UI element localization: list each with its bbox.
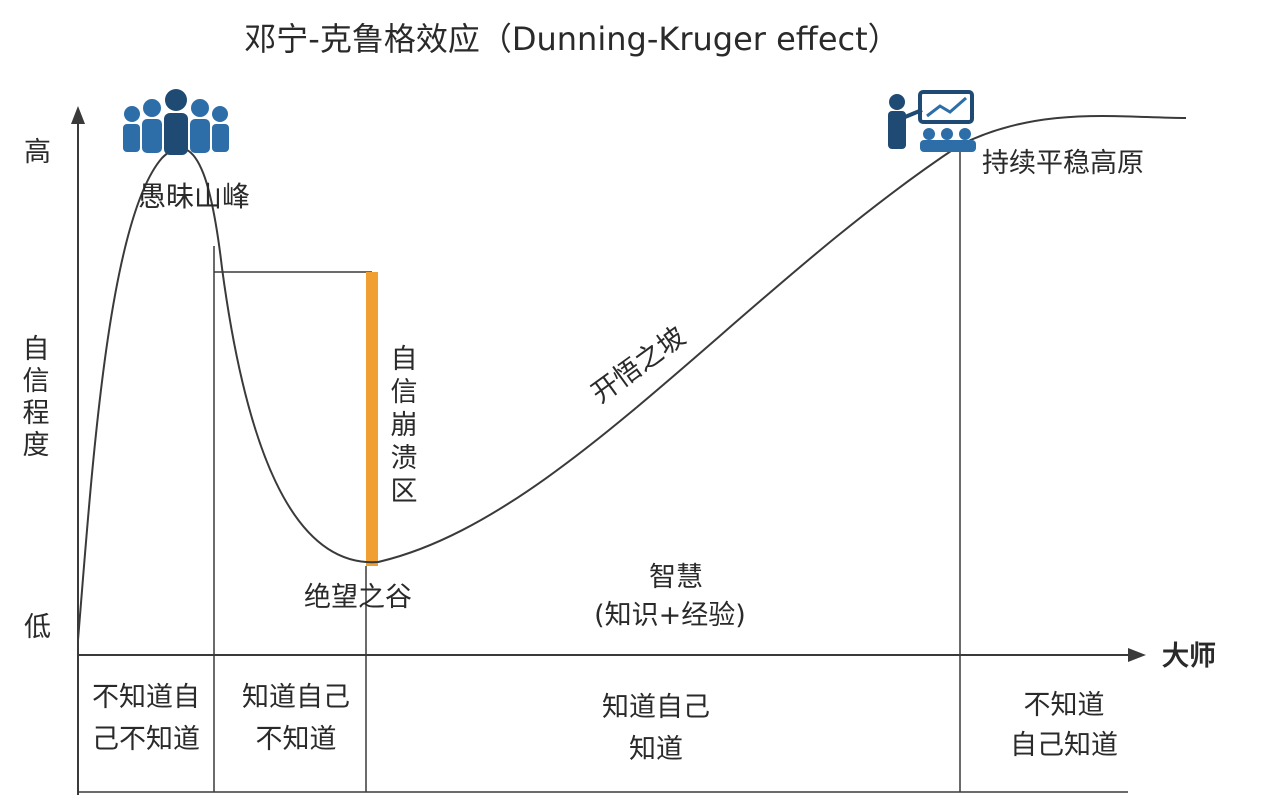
- stage-cell-1: 不知道自 己不知道: [92, 682, 200, 755]
- y-axis-low-label: 低: [24, 612, 51, 643]
- stage-1-line1: 不知道自: [92, 682, 200, 713]
- stage-3-line2: 知道: [629, 734, 683, 765]
- plateau-label: 持续平稳高原: [982, 148, 1144, 179]
- stage-3-line1: 知道自己: [602, 692, 710, 723]
- wisdom-sub-label: (知识+经验): [594, 600, 746, 631]
- x-axis-end-label: 大师: [1162, 641, 1216, 672]
- y-axis-high-label: 高: [24, 137, 51, 168]
- confidence-collapse-bar: [366, 272, 378, 566]
- peak-label: 愚昧山峰: [138, 180, 250, 213]
- dunning-kruger-diagram: 邓宁-克鲁格效应（Dunning-Kruger effect） 高 低 自信程度…: [23, 20, 1216, 795]
- valley-label: 绝望之谷: [304, 582, 412, 613]
- presenter-icon: [888, 90, 976, 152]
- stage-cell-3: 知道自己 知道: [602, 692, 710, 765]
- stage-cell-2: 知道自己 不知道: [242, 682, 350, 755]
- stage-4-line2: 自己知道: [1010, 730, 1118, 761]
- collapse-zone-label: 自信崩溃区: [391, 344, 418, 507]
- stage-cell-4: 不知道 自己知道: [1010, 690, 1118, 761]
- wisdom-label: 智慧: [649, 562, 703, 593]
- stage-2-line2: 不知道: [256, 724, 337, 755]
- y-axis-arrow: [71, 106, 85, 124]
- diagram-stage: 邓宁-克鲁格效应（Dunning-Kruger effect） 高 低 自信程度…: [0, 0, 1276, 799]
- stage-4-line1: 不知道: [1024, 690, 1105, 721]
- y-axis-title: 自信程度: [23, 334, 50, 461]
- stage-2-line1: 知道自己: [242, 682, 350, 713]
- stage-1-line2: 己不知道: [92, 724, 200, 755]
- slope-label: 开悟之坡: [586, 321, 692, 410]
- diagram-title: 邓宁-克鲁格效应（Dunning-Kruger effect）: [244, 20, 899, 58]
- x-axis-arrow: [1128, 648, 1146, 662]
- people-group-icon: [123, 89, 229, 155]
